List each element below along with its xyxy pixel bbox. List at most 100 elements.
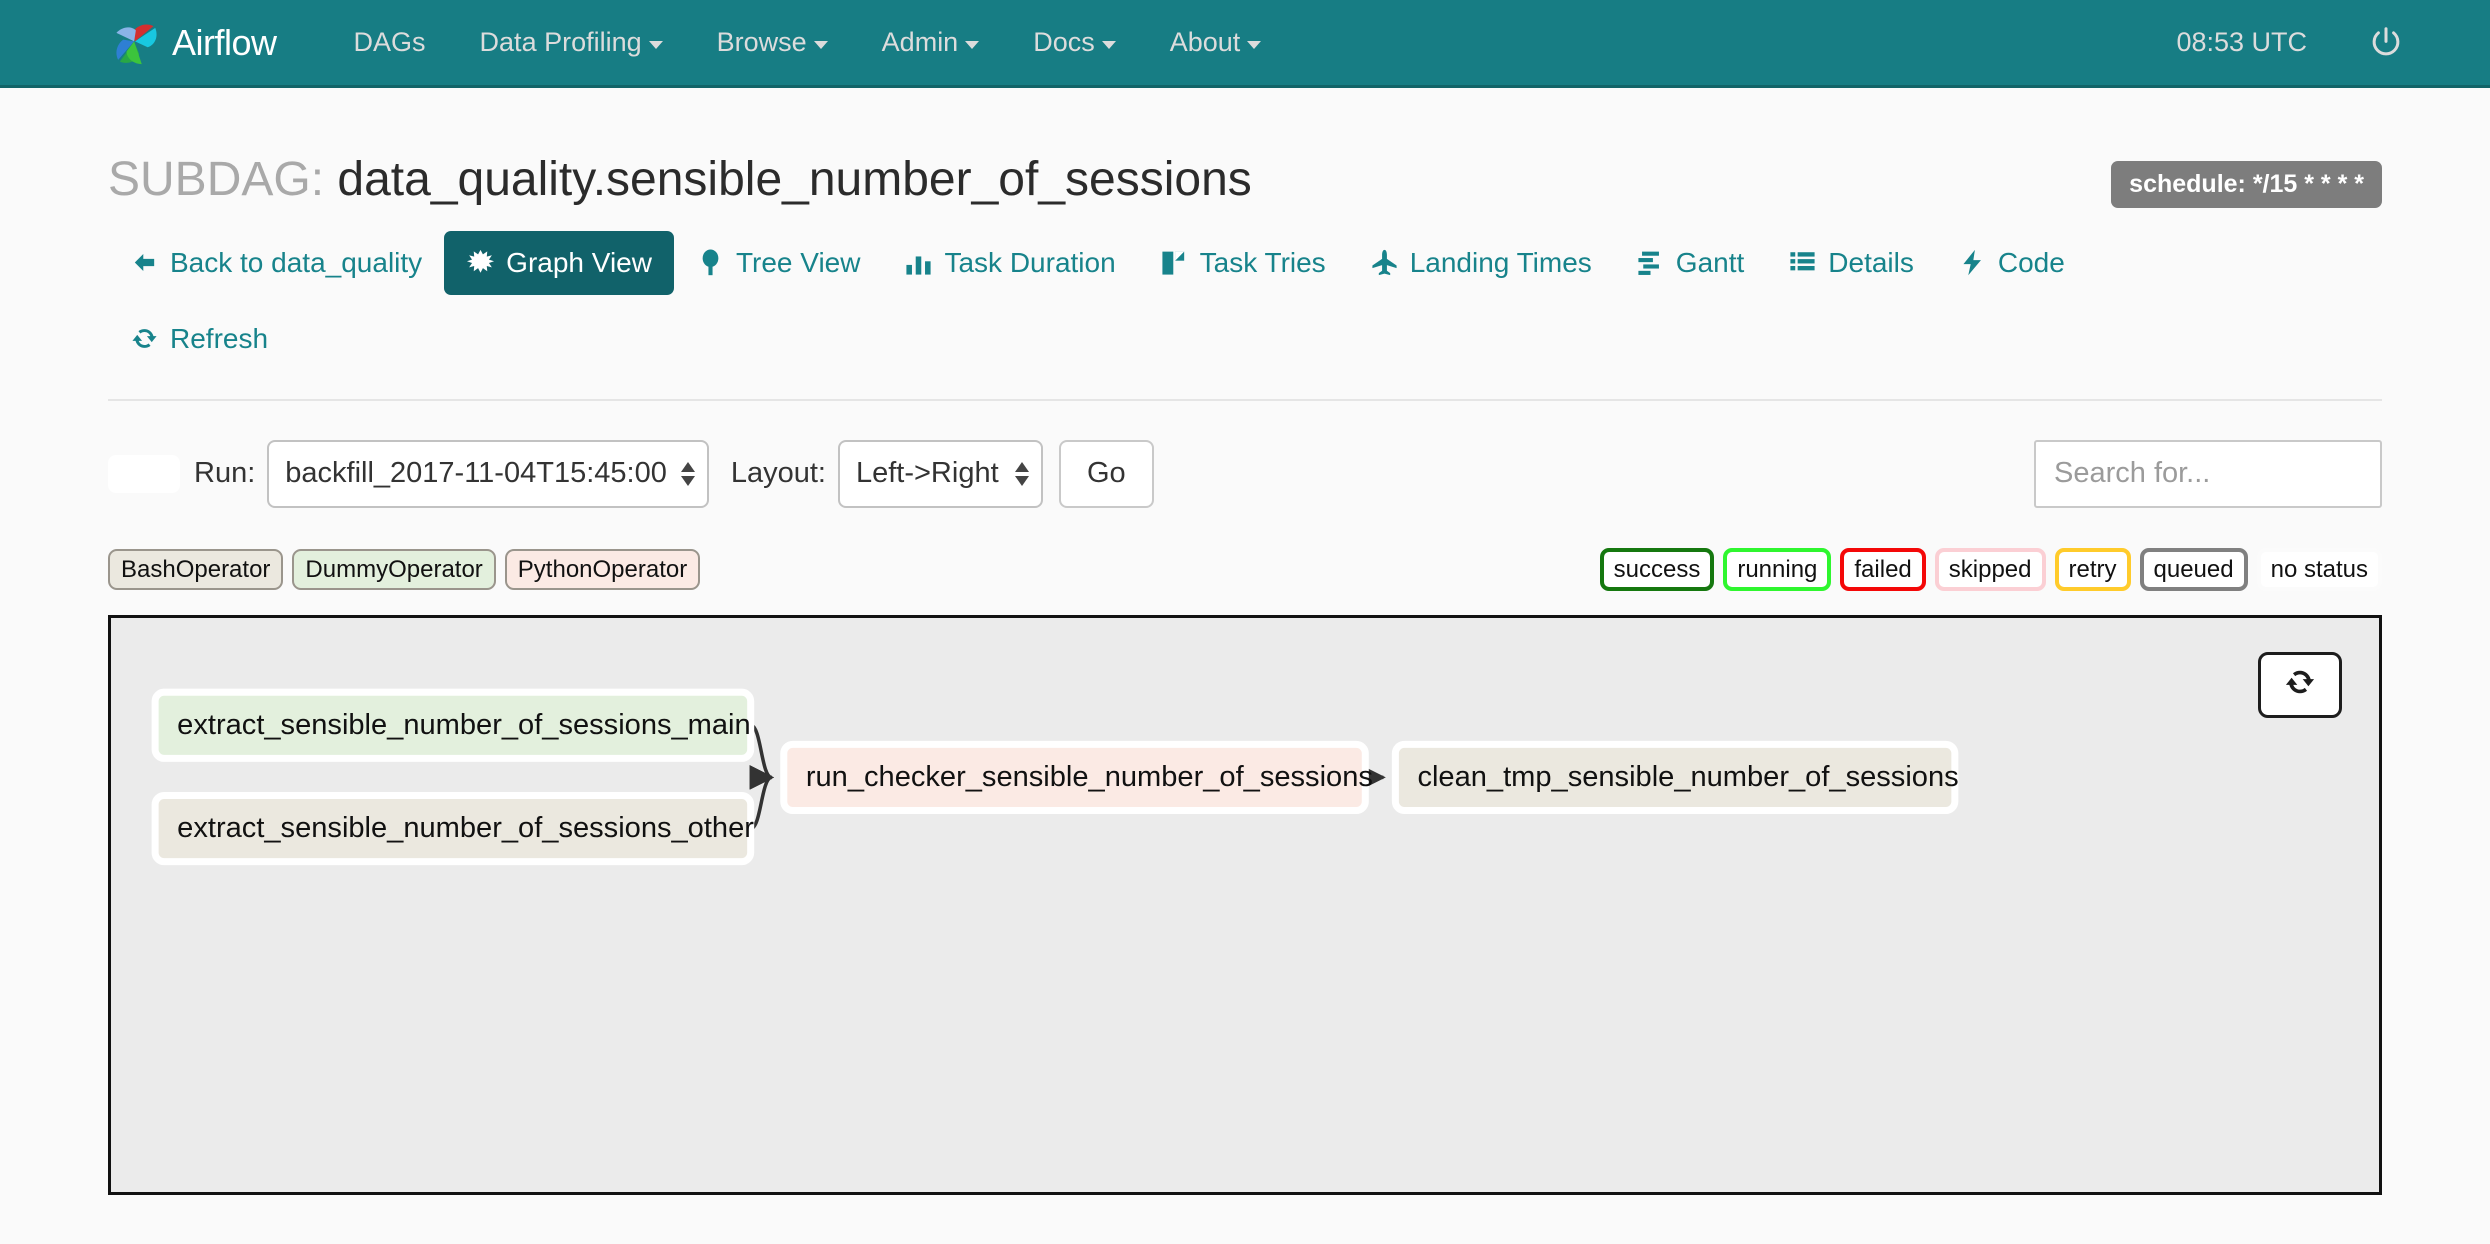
legend-status-skipped[interactable]: skipped xyxy=(1934,547,2046,592)
legend-row: BashOperator DummyOperator PythonOperato… xyxy=(108,547,2382,593)
tab-label: Task Tries xyxy=(1199,246,1326,278)
airflow-pinwheel-logo xyxy=(108,16,162,70)
top-navbar: Airflow DAGs Data Profiling Browse Admin… xyxy=(0,0,2490,88)
tree-icon xyxy=(696,248,725,277)
refresh-icon xyxy=(130,324,159,353)
plane-icon xyxy=(1370,248,1399,277)
graph-node[interactable]: extract_sensible_number_of_sessions_othe… xyxy=(151,791,754,865)
legend-status-success[interactable]: success xyxy=(1599,547,1715,592)
view-tabs: Back to data_quality Graph View Tree Vie… xyxy=(108,230,2382,371)
page-title-prefix: SUBDAG: xyxy=(108,153,338,206)
nav-dags-label: DAGs xyxy=(353,27,426,57)
tab-code[interactable]: Code xyxy=(1936,231,2087,295)
graph-node-label: extract_sensible_number_of_sessions_main xyxy=(177,709,751,741)
graph-node[interactable]: run_checker_sensible_number_of_sessions xyxy=(780,740,1373,814)
graph-node[interactable]: clean_tmp_sensible_number_of_sessions xyxy=(1391,740,1959,814)
graph-node-label: extract_sensible_number_of_sessions_othe… xyxy=(177,812,754,844)
tab-label: Back to data_quality xyxy=(170,246,423,278)
nav-about[interactable]: About xyxy=(1143,27,1289,58)
tab-label: Refresh xyxy=(170,322,269,354)
legend-status-queued[interactable]: queued xyxy=(2139,547,2248,592)
brand-home-link[interactable]: Airflow xyxy=(108,16,277,70)
chevron-down-icon xyxy=(648,40,663,49)
nav-admin[interactable]: Admin xyxy=(855,27,1007,58)
tab-back-to-data-quality[interactable]: Back to data_quality xyxy=(108,231,444,295)
utc-clock: 08:53 UTC xyxy=(2176,27,2307,57)
navbar-right: 08:53 UTC xyxy=(2176,24,2405,62)
graph-node[interactable]: extract_sensible_number_of_sessions_main xyxy=(151,688,755,762)
page-content: SUBDAG: data_quality.sensible_number_of_… xyxy=(0,88,2490,593)
layout-select[interactable]: Left->Right xyxy=(837,439,1043,508)
tab-details[interactable]: Details xyxy=(1766,231,1936,295)
legend-bash-operator[interactable]: BashOperator xyxy=(108,548,284,591)
operator-legend: BashOperator DummyOperator PythonOperato… xyxy=(108,548,701,591)
tab-gantt[interactable]: Gantt xyxy=(1614,231,1766,295)
chevron-down-icon xyxy=(965,40,980,49)
chevron-down-icon xyxy=(813,40,828,49)
run-select-value: backfill_2017-11-04T15:45:00 xyxy=(285,457,667,490)
layout-label: Layout: xyxy=(730,457,826,490)
graph-refresh-button[interactable] xyxy=(2258,651,2342,718)
nav-dags[interactable]: DAGs xyxy=(327,27,453,58)
legend-dummy-operator[interactable]: DummyOperator xyxy=(292,548,496,591)
tab-label: Tree View xyxy=(735,246,861,278)
graph-node-label: clean_tmp_sensible_number_of_sessions xyxy=(1417,761,1958,793)
chevron-updown-icon xyxy=(680,461,695,486)
divider xyxy=(108,398,2382,401)
tab-label: Task Duration xyxy=(944,246,1116,278)
status-badge-schedule: schedule: */15 * * * * xyxy=(2111,161,2382,208)
nav-browse[interactable]: Browse xyxy=(690,27,855,58)
tab-label: Graph View xyxy=(506,246,652,278)
tab-graph-view[interactable]: Graph View xyxy=(444,230,674,295)
legend-status-running[interactable]: running xyxy=(1723,547,1832,592)
legend-status-failed[interactable]: failed xyxy=(1840,547,1926,592)
chevron-updown-icon xyxy=(1014,461,1029,486)
tab-tree-view[interactable]: Tree View xyxy=(674,231,883,295)
nav-about-label: About xyxy=(1169,27,1241,57)
tab-label: Gantt xyxy=(1675,246,1745,278)
tab-task-duration[interactable]: Task Duration xyxy=(882,231,1137,295)
tab-label: Details xyxy=(1828,246,1914,278)
tab-label: Landing Times xyxy=(1409,246,1592,278)
nav-admin-label: Admin xyxy=(881,27,959,57)
chevron-down-icon xyxy=(1247,40,1262,49)
nav-docs-label: Docs xyxy=(1033,27,1095,57)
nav-docs[interactable]: Docs xyxy=(1006,27,1143,58)
graph-controls: Run: backfill_2017-11-04T15:45:00 Layout… xyxy=(108,439,2382,509)
nav-data-profiling-label: Data Profiling xyxy=(479,27,642,57)
run-label: Run: xyxy=(194,457,256,490)
bolt-icon xyxy=(1958,248,1987,277)
legend-status-retry[interactable]: retry xyxy=(2054,547,2131,592)
tab-landing-times[interactable]: Landing Times xyxy=(1348,231,1614,295)
brand-text: Airflow xyxy=(172,21,277,63)
page-title: SUBDAG: data_quality.sensible_number_of_… xyxy=(108,151,1252,209)
run-select[interactable]: backfill_2017-11-04T15:45:00 xyxy=(267,439,709,508)
graph-node-label: run_checker_sensible_number_of_sessions xyxy=(806,761,1373,793)
layout-select-value: Left->Right xyxy=(855,457,999,490)
dag-graph-canvas[interactable]: extract_sensible_number_of_sessions_main… xyxy=(111,618,2379,1194)
legend-status-no-status[interactable]: no status xyxy=(2256,547,2382,592)
search-input[interactable] xyxy=(2034,439,2382,508)
tab-refresh[interactable]: Refresh xyxy=(108,307,290,371)
status-legend: success running failed skipped retry que… xyxy=(1599,547,2382,592)
navbar-links: DAGs Data Profiling Browse Admin Docs Ab… xyxy=(327,27,1289,58)
power-icon[interactable] xyxy=(2367,24,2405,62)
bar-chart-icon xyxy=(904,248,933,277)
dag-state-indicator xyxy=(108,454,180,493)
legend-python-operator[interactable]: PythonOperator xyxy=(504,548,701,591)
nav-browse-label: Browse xyxy=(716,27,807,57)
graph-nodes[interactable]: extract_sensible_number_of_sessions_main… xyxy=(151,688,1959,865)
refresh-icon xyxy=(2282,664,2318,705)
page-title-text: data_quality.sensible_number_of_sessions xyxy=(337,153,1252,206)
tab-task-tries[interactable]: Task Tries xyxy=(1138,231,1348,295)
dag-graph-panel[interactable]: extract_sensible_number_of_sessions_main… xyxy=(108,614,2382,1195)
asterisk-icon xyxy=(466,248,495,277)
chevron-down-icon xyxy=(1101,40,1116,49)
title-row: SUBDAG: data_quality.sensible_number_of_… xyxy=(108,88,2382,209)
list-icon xyxy=(1788,248,1817,277)
nav-data-profiling[interactable]: Data Profiling xyxy=(453,27,690,58)
go-button[interactable]: Go xyxy=(1058,439,1154,508)
align-left-icon xyxy=(1636,248,1665,277)
tab-label: Code xyxy=(1997,246,2065,278)
arrow-left-icon xyxy=(130,248,159,277)
